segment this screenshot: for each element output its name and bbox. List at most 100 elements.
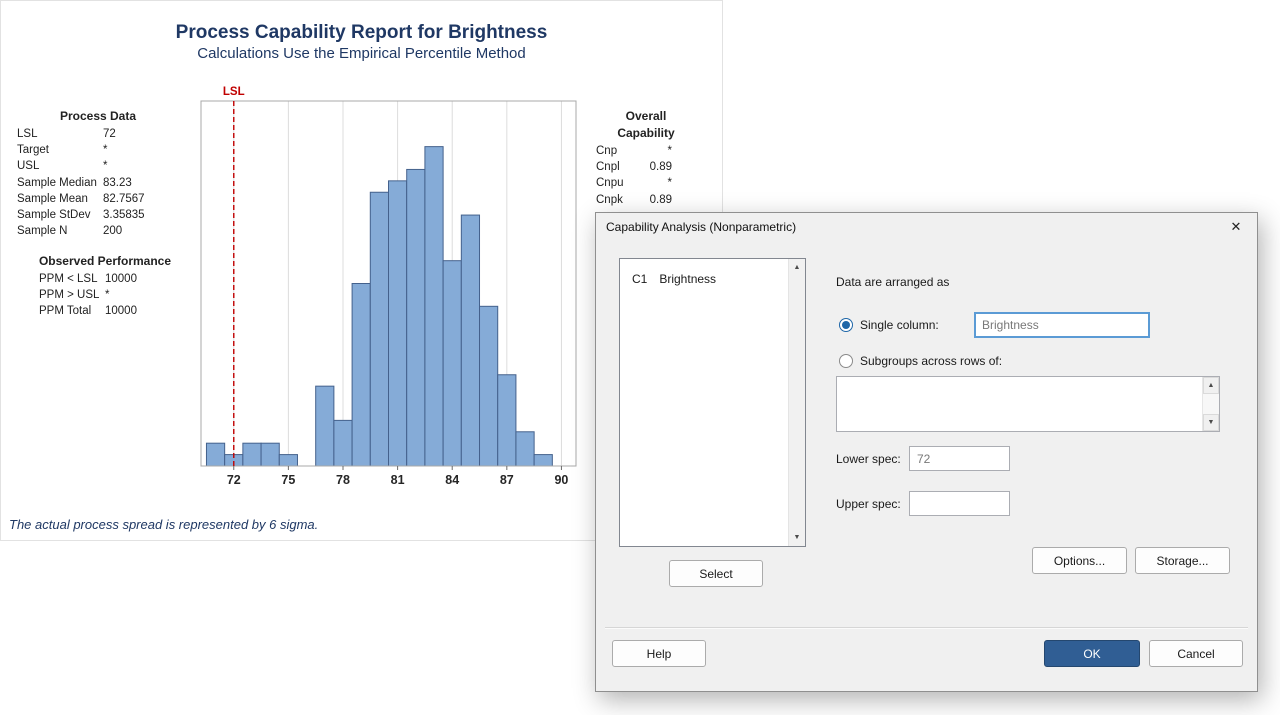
overall-capability-panel: Overall Capability Cnp*Cnpl0.89Cnpu*Cnpk… bbox=[596, 108, 696, 208]
histogram-bar bbox=[243, 443, 261, 466]
subgroups-radio[interactable] bbox=[839, 354, 853, 368]
stat-row: Target* bbox=[17, 142, 179, 158]
lower-spec-input[interactable] bbox=[909, 446, 1010, 471]
process-data-panel: Process Data LSL72Target*USL*Sample Medi… bbox=[17, 108, 179, 239]
select-button[interactable]: Select bbox=[669, 560, 763, 587]
capability-histogram: LSL72757881848790 bbox=[196, 86, 591, 486]
help-button[interactable]: Help bbox=[612, 640, 706, 667]
tick-label: 84 bbox=[445, 473, 459, 486]
stat-row: Cnpk0.89 bbox=[596, 192, 696, 208]
process-data-rows: LSL72Target*USL*Sample Median83.23Sample… bbox=[17, 126, 179, 239]
stat-label: LSL bbox=[17, 126, 103, 142]
ok-button[interactable]: OK bbox=[1044, 640, 1140, 667]
capability-analysis-dialog: Capability Analysis (Nonparametric) ✕ C1… bbox=[595, 212, 1258, 692]
process-data-title: Process Data bbox=[17, 108, 179, 125]
column-listbox[interactable]: C1 Brightness ▲ ▼ bbox=[619, 258, 806, 547]
stat-row: USL* bbox=[17, 158, 179, 174]
subgroups-scrollbar[interactable]: ▲ ▼ bbox=[1202, 377, 1219, 431]
observed-performance-title: Observed Performance bbox=[17, 253, 193, 270]
histogram-bar bbox=[206, 443, 224, 466]
listbox-scrollbar[interactable]: ▲ ▼ bbox=[788, 259, 805, 546]
histogram-bar bbox=[534, 455, 552, 466]
subgroups-input[interactable]: ▲ ▼ bbox=[836, 376, 1220, 432]
stat-row: Cnpu* bbox=[596, 175, 696, 191]
histogram-bar bbox=[279, 455, 297, 466]
tick-label: 81 bbox=[391, 473, 405, 486]
stat-value: 0.89 bbox=[638, 159, 672, 175]
histogram-bar bbox=[443, 261, 461, 466]
tick-label: 90 bbox=[554, 473, 568, 486]
report-subtitle: Calculations Use the Empirical Percentil… bbox=[1, 45, 722, 62]
footer-separator bbox=[605, 627, 1248, 628]
subgroups-radio-row[interactable]: Subgroups across rows of: bbox=[839, 354, 1002, 368]
stat-row: Sample Median83.23 bbox=[17, 175, 179, 191]
single-column-radio[interactable] bbox=[839, 318, 853, 332]
single-column-label: Single column: bbox=[860, 318, 939, 332]
stat-label: PPM > USL bbox=[17, 287, 105, 303]
column-id: C1 bbox=[632, 272, 647, 286]
stat-value: 72 bbox=[103, 126, 179, 142]
stat-label: Cnpl bbox=[596, 159, 638, 175]
stat-row: Cnpl0.89 bbox=[596, 159, 696, 175]
tick-label: 78 bbox=[336, 473, 350, 486]
upper-spec-input[interactable] bbox=[909, 491, 1010, 516]
single-column-input[interactable] bbox=[974, 312, 1150, 338]
single-column-radio-row[interactable]: Single column: bbox=[839, 318, 939, 332]
histogram-bar bbox=[352, 284, 370, 467]
stat-label: Sample N bbox=[17, 223, 103, 239]
stat-row: LSL72 bbox=[17, 126, 179, 142]
histogram-bar bbox=[261, 443, 279, 466]
stat-value: 10000 bbox=[105, 303, 193, 319]
stat-row: PPM > USL* bbox=[17, 287, 193, 303]
observed-performance-panel: Observed Performance PPM < LSL10000PPM >… bbox=[17, 253, 193, 320]
lsl-label: LSL bbox=[223, 86, 245, 98]
close-icon: ✕ bbox=[1231, 219, 1242, 235]
scroll-up-button[interactable]: ▲ bbox=[1203, 377, 1219, 394]
scroll-up-icon: ▲ bbox=[794, 264, 801, 271]
stat-value: * bbox=[103, 158, 179, 174]
close-button[interactable]: ✕ bbox=[1215, 213, 1257, 241]
stat-label: Sample Median bbox=[17, 175, 103, 191]
report-footnote: The actual process spread is represented… bbox=[9, 517, 318, 532]
tick-label: 72 bbox=[227, 473, 241, 486]
scroll-up-icon: ▲ bbox=[1208, 382, 1215, 389]
subgroups-label: Subgroups across rows of: bbox=[860, 354, 1002, 368]
scroll-down-button[interactable]: ▼ bbox=[789, 529, 805, 546]
storage-button[interactable]: Storage... bbox=[1135, 547, 1230, 574]
stat-value: * bbox=[638, 175, 672, 191]
options-button[interactable]: Options... bbox=[1032, 547, 1127, 574]
lower-spec-label: Lower spec: bbox=[836, 452, 901, 466]
histogram-bar bbox=[407, 169, 425, 466]
histogram-bar bbox=[516, 432, 534, 466]
histogram-bar bbox=[498, 375, 516, 466]
overall-capability-rows: Cnp*Cnpl0.89Cnpu*Cnpk0.89 bbox=[596, 143, 696, 208]
stat-label: Cnpu bbox=[596, 175, 638, 191]
stat-value: 200 bbox=[103, 223, 179, 239]
column-name: Brightness bbox=[659, 272, 716, 286]
column-list-item[interactable]: C1 Brightness bbox=[632, 269, 788, 289]
histogram-bar bbox=[370, 192, 388, 466]
histogram-bar bbox=[389, 181, 407, 466]
stat-label: USL bbox=[17, 158, 103, 174]
dialog-titlebar[interactable]: Capability Analysis (Nonparametric) ✕ bbox=[596, 213, 1257, 241]
stat-row: Sample Mean82.7567 bbox=[17, 191, 179, 207]
stat-label: Target bbox=[17, 142, 103, 158]
column-list: C1 Brightness bbox=[620, 259, 788, 546]
upper-spec-label: Upper spec: bbox=[836, 497, 901, 511]
histogram-bar bbox=[480, 306, 498, 466]
stat-label: PPM < LSL bbox=[17, 271, 105, 287]
stat-value: * bbox=[103, 142, 179, 158]
stat-label: Sample StDev bbox=[17, 207, 103, 223]
scroll-down-button[interactable]: ▼ bbox=[1203, 414, 1219, 431]
data-arranged-label: Data are arranged as bbox=[836, 275, 949, 289]
stat-value: * bbox=[105, 287, 193, 303]
stat-label: PPM Total bbox=[17, 303, 105, 319]
scroll-down-icon: ▼ bbox=[1208, 419, 1215, 426]
cancel-button[interactable]: Cancel bbox=[1149, 640, 1243, 667]
report-title: Process Capability Report for Brightness bbox=[1, 22, 722, 44]
stat-value: 10000 bbox=[105, 271, 193, 287]
scroll-up-button[interactable]: ▲ bbox=[789, 259, 805, 276]
stat-value: 0.89 bbox=[638, 192, 672, 208]
observed-performance-rows: PPM < LSL10000PPM > USL*PPM Total10000 bbox=[17, 271, 193, 320]
screen: Process Capability Report for Brightness… bbox=[0, 0, 1280, 715]
